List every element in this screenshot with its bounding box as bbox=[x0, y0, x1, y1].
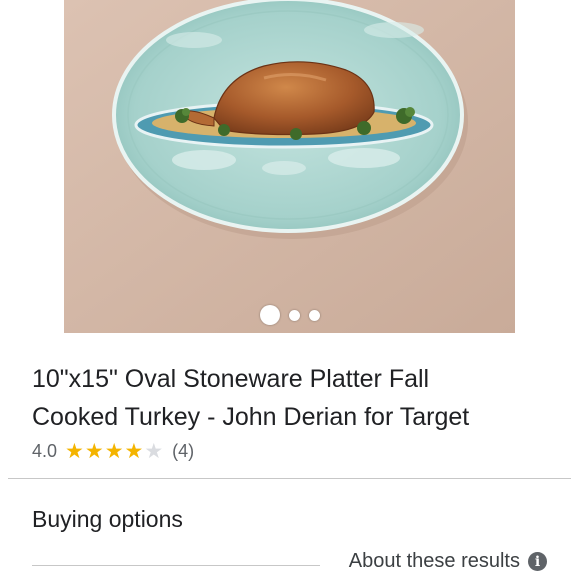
rating-stars: ★ ★ ★ ★ ★ bbox=[65, 441, 164, 462]
carousel-dot-1[interactable] bbox=[259, 305, 280, 325]
buying-options-heading: Buying options bbox=[32, 506, 183, 532]
star-icon: ★ bbox=[65, 440, 84, 463]
star-icon: ★ bbox=[124, 440, 144, 463]
review-count[interactable]: (4) bbox=[172, 441, 194, 462]
product-page: 10"x15" Oval Stoneware Platter Fall Cook… bbox=[0, 0, 579, 580]
product-title: 10"x15" Oval Stoneware Platter Fall Cook… bbox=[32, 360, 562, 436]
about-results-link[interactable]: About these results i bbox=[349, 550, 547, 573]
carousel-indicators[interactable] bbox=[64, 305, 515, 325]
info-icon[interactable]: i bbox=[528, 552, 547, 571]
about-results-label: About these results bbox=[348, 550, 520, 572]
rating-row[interactable]: 4.0 ★ ★ ★ ★ ★ (4) bbox=[32, 441, 194, 462]
star-icon: ★ bbox=[84, 440, 104, 463]
product-image-carousel[interactable] bbox=[64, 0, 515, 333]
product-title-line2: Cooked Turkey - John Derian for Target bbox=[32, 403, 470, 431]
about-divider bbox=[32, 565, 320, 566]
section-divider bbox=[8, 478, 571, 479]
star-empty-icon: ★ bbox=[144, 440, 164, 463]
rating-value: 4.0 bbox=[32, 441, 58, 461]
platter-photo bbox=[64, 0, 515, 333]
product-title-line1: 10"x15" Oval Stoneware Platter Fall bbox=[32, 365, 430, 393]
star-icon: ★ bbox=[104, 440, 124, 463]
carousel-dot-2[interactable] bbox=[288, 309, 300, 321]
carousel-dot-3[interactable] bbox=[308, 309, 320, 321]
